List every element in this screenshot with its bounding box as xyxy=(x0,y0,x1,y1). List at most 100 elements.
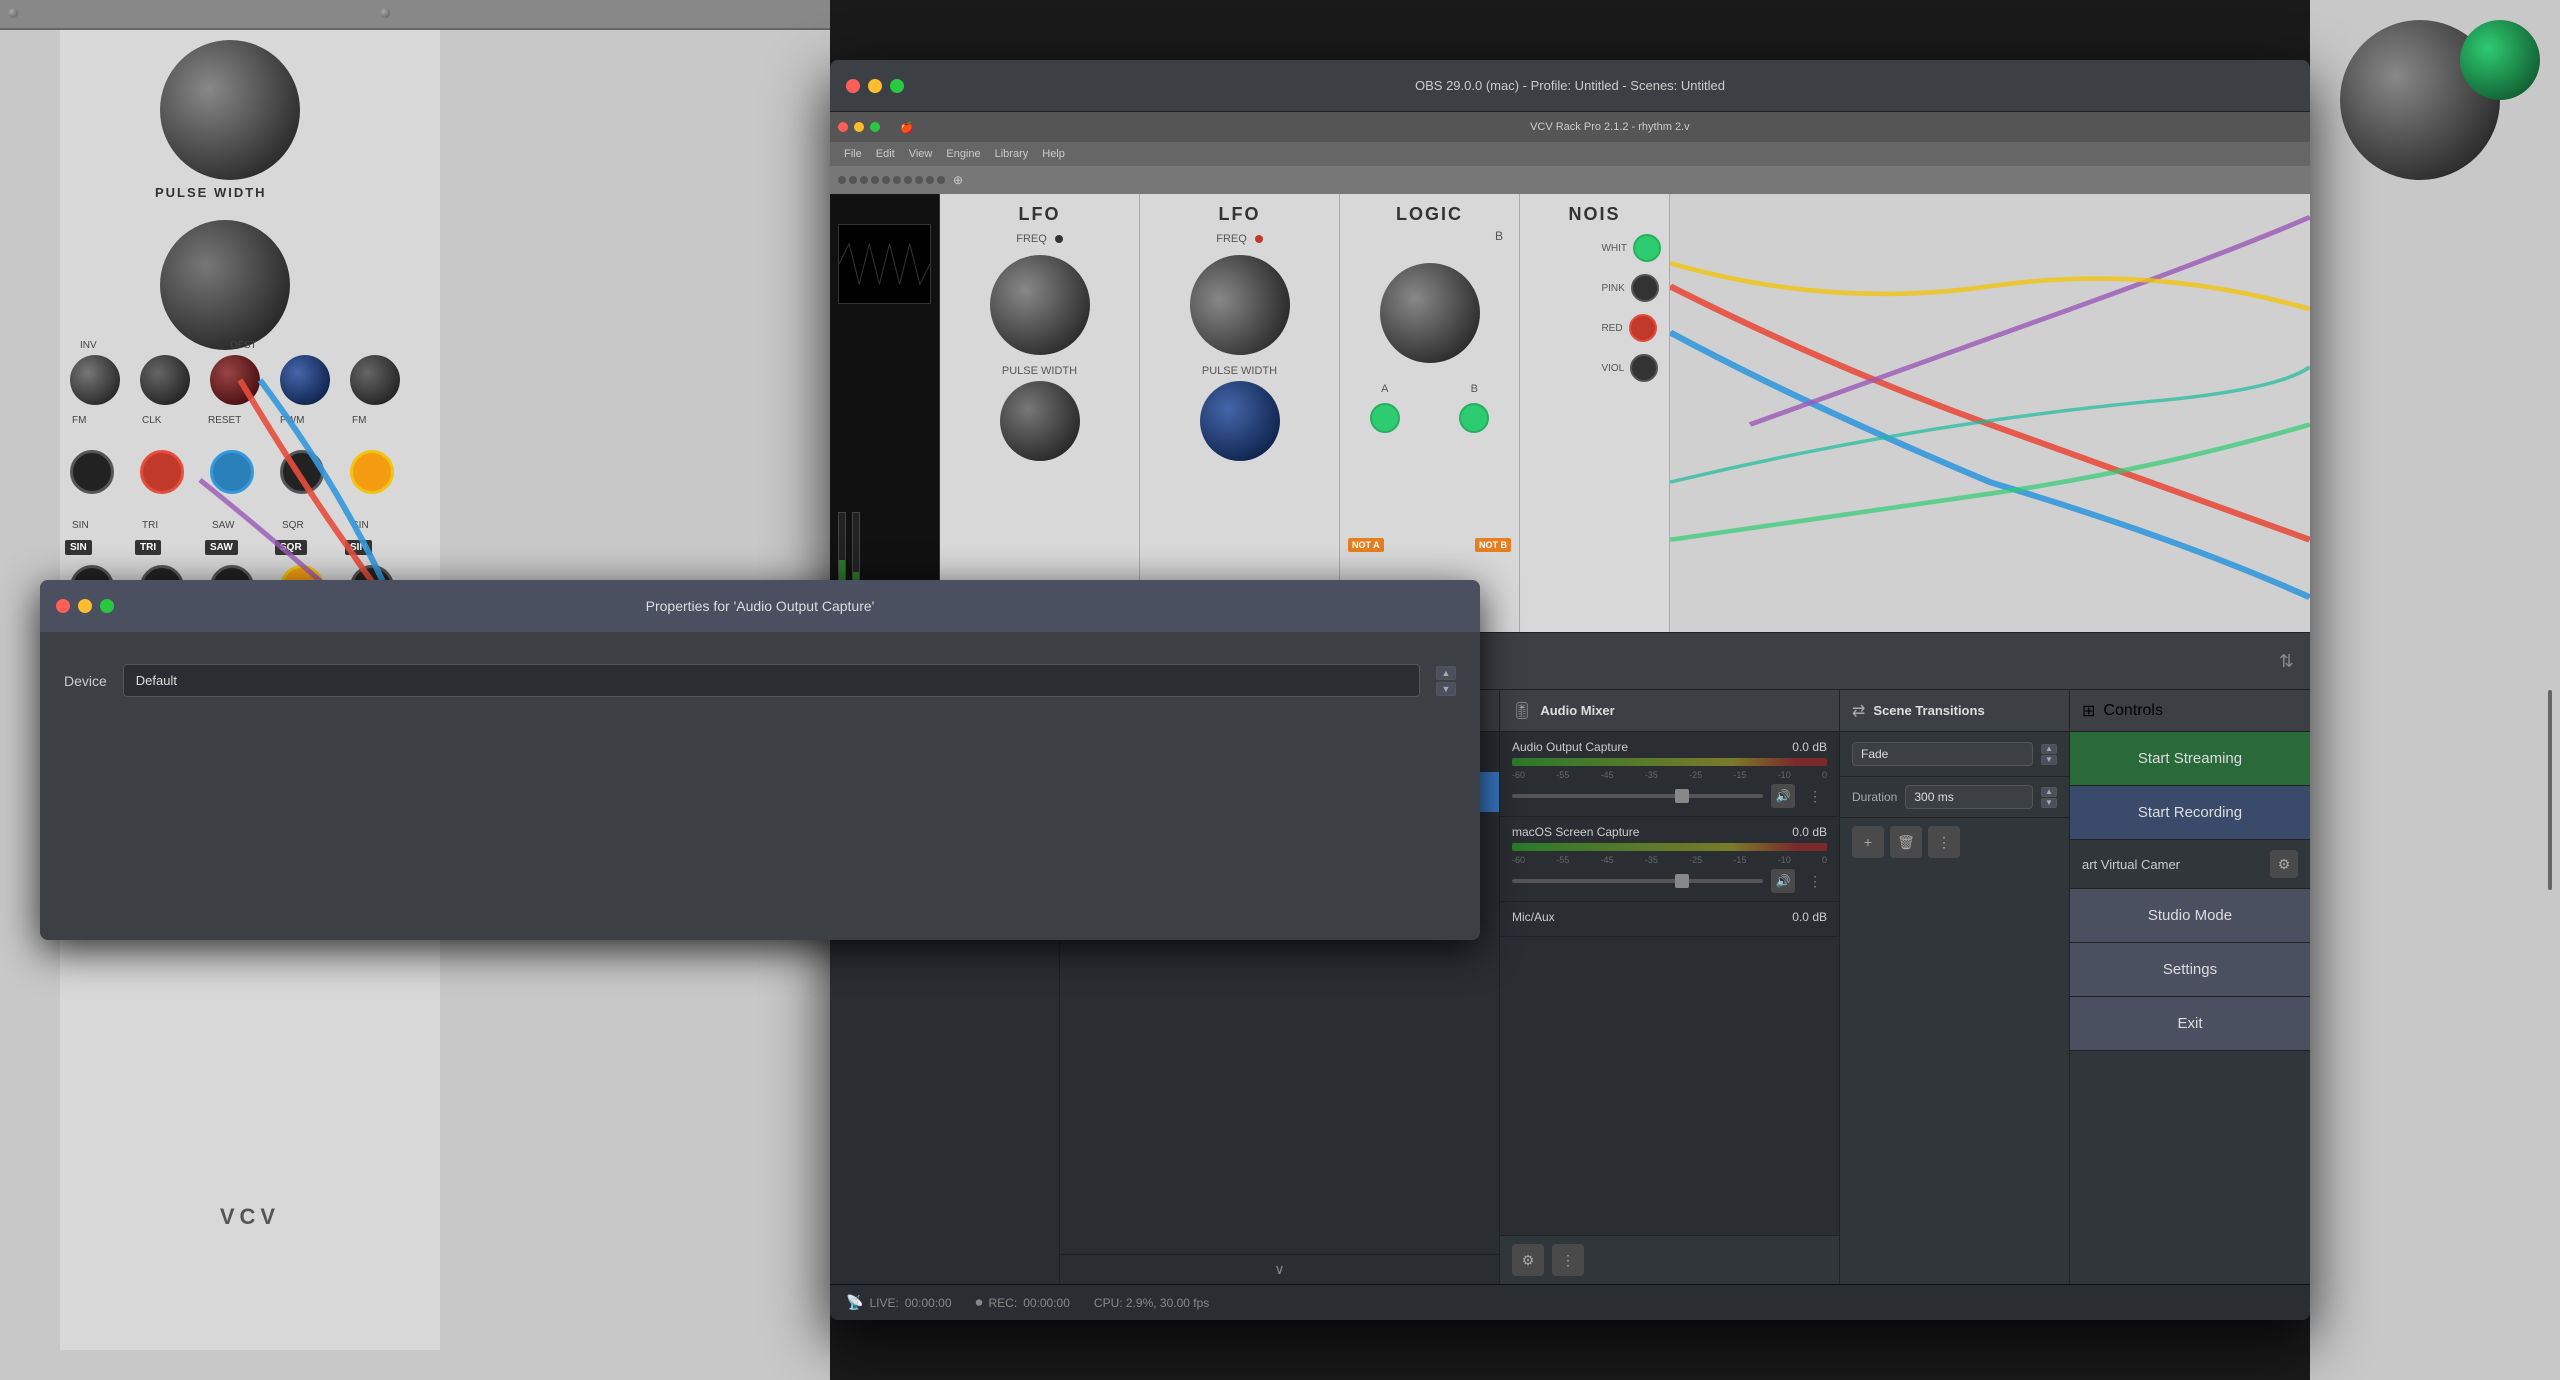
channel1-more-btn[interactable]: ⋮ xyxy=(1803,784,1827,808)
channel2-mute-btn[interactable]: 🔊 xyxy=(1771,869,1795,893)
saw-label: SAW xyxy=(212,520,234,531)
channel2-fader-thumb[interactable] xyxy=(1675,874,1689,888)
live-label: LIVE: xyxy=(869,1296,898,1310)
channel1-fader-row: 🔊 ⋮ xyxy=(1512,784,1827,808)
clk-port xyxy=(140,450,184,494)
toolbar-dot xyxy=(871,176,879,184)
lfo2-freq-knob[interactable] xyxy=(1171,237,1308,374)
start-streaming-button[interactable]: Start Streaming xyxy=(2070,732,2310,786)
audio-mixer-panel: 🎚 Audio Mixer Audio Output Capture 0.0 d… xyxy=(1500,690,1840,1284)
logic-ports xyxy=(1340,403,1519,433)
logic-b2-label: B xyxy=(1471,383,1478,395)
toolbar-dot xyxy=(849,176,857,184)
lfo1-pw-knob[interactable] xyxy=(1000,381,1080,461)
fm2-port xyxy=(350,450,394,494)
vcv-inner-titlebar: 🍎 VCV Rack Pro 2.1.2 - rhythm 2.v xyxy=(830,112,2310,142)
main-knob-1[interactable] xyxy=(160,40,300,180)
vcv-toolbar: ⊕ xyxy=(830,166,2310,194)
obs-title: OBS 29.0.0 (mac) - Profile: Untitled - S… xyxy=(1415,78,1725,93)
maximize-button[interactable] xyxy=(890,79,904,93)
logic-port-b xyxy=(1459,403,1489,433)
audio-panel-title: Audio Mixer xyxy=(1540,703,1614,718)
dialog-close-button[interactable] xyxy=(56,599,70,613)
dialog-spin-up[interactable]: ▲ xyxy=(1436,666,1456,680)
channel2-more-btn[interactable]: ⋮ xyxy=(1803,869,1827,893)
transition-options-btn[interactable]: ⋮ xyxy=(1928,826,1960,858)
rec-time: 00:00:00 xyxy=(1023,1296,1070,1310)
lfo1-freq-knob[interactable] xyxy=(990,255,1090,355)
menu-library[interactable]: Library xyxy=(989,146,1035,162)
menu-engine[interactable]: Engine xyxy=(940,146,986,162)
logic-knob[interactable] xyxy=(1380,263,1480,363)
audio-settings-btn[interactable]: ⚙ xyxy=(1512,1244,1544,1276)
white-label: WHIT xyxy=(1601,243,1627,254)
pwm-label: PWM xyxy=(280,415,304,426)
pwm-port xyxy=(280,450,324,494)
properties-collapse-btn[interactable]: ⇅ xyxy=(2279,651,2294,672)
toolbar-dot xyxy=(926,176,934,184)
dialog-device-label: Device xyxy=(64,673,107,689)
duration-value: 300 ms xyxy=(1905,785,2033,809)
start-recording-button[interactable]: Start Recording xyxy=(2070,786,2310,840)
studio-mode-label: Studio Mode xyxy=(2148,907,2232,924)
inv-label: INV xyxy=(80,340,97,351)
dialog-device-value: Default xyxy=(136,673,177,688)
studio-mode-button[interactable]: Studio Mode xyxy=(2070,889,2310,943)
dialog-minimize-button[interactable] xyxy=(78,599,92,613)
noise-module: NOIS WHIT PINK RED xyxy=(1520,194,1670,632)
clk-knob[interactable] xyxy=(140,355,190,405)
vcv-maximize[interactable] xyxy=(870,122,880,132)
vcv-close[interactable] xyxy=(838,122,848,132)
transition-action-buttons: + 🗑 ⋮ xyxy=(1840,818,2069,866)
transition-type-select[interactable]: Fade xyxy=(1852,742,2033,766)
minimize-button[interactable] xyxy=(868,79,882,93)
white-port xyxy=(1633,234,1661,262)
sources-expand-btn[interactable]: ∨ xyxy=(1060,1254,1499,1284)
duration-up-btn[interactable]: ▲ xyxy=(2041,787,2057,797)
toolbar-dot xyxy=(915,176,923,184)
clk-label: CLK xyxy=(142,415,161,426)
settings-button[interactable]: Settings xyxy=(2070,943,2310,997)
pink-row: PINK xyxy=(1601,274,1661,302)
vcv-minimize[interactable] xyxy=(854,122,864,132)
exit-button[interactable]: Exit xyxy=(2070,997,2310,1051)
channel2-fader[interactable] xyxy=(1512,879,1763,883)
red-port xyxy=(1629,314,1657,342)
dialog-spin-down[interactable]: ▼ xyxy=(1436,682,1456,696)
controls-header: ⊞ Controls xyxy=(2070,690,2310,732)
remove-transition-btn[interactable]: 🗑 xyxy=(1890,826,1922,858)
fm2-knob[interactable] xyxy=(350,355,400,405)
audio-panel-icon: 🎚 xyxy=(1512,701,1532,721)
controls-title: Controls xyxy=(2103,702,2163,720)
add-module-btn[interactable]: ⊕ xyxy=(953,173,963,187)
menu-view[interactable]: View xyxy=(903,146,939,162)
close-button[interactable] xyxy=(846,79,860,93)
dialog-maximize-button[interactable] xyxy=(100,599,114,613)
controls-icon: ⊞ xyxy=(2082,701,2095,721)
transition-up-btn[interactable]: ▲ xyxy=(2041,744,2057,754)
rec-status: ⏺ REC: 00:00:00 xyxy=(976,1294,1070,1311)
channel1-fader[interactable] xyxy=(1512,794,1763,798)
noise-outputs: WHIT PINK RED VIOL xyxy=(1601,234,1661,382)
audio-more-options-btn[interactable]: ⋮ xyxy=(1552,1244,1584,1276)
pwm-knob[interactable] xyxy=(280,355,330,405)
menu-edit[interactable]: Edit xyxy=(870,146,901,162)
channel1-header: Audio Output Capture 0.0 dB xyxy=(1512,740,1827,754)
toolbar-dot xyxy=(904,176,912,184)
ofst-knob[interactable] xyxy=(210,355,260,405)
menu-help[interactable]: Help xyxy=(1036,146,1071,162)
duration-down-btn[interactable]: ▼ xyxy=(2041,798,2057,808)
virtual-cam-settings-btn[interactable]: ⚙ xyxy=(2270,850,2298,878)
transition-down-btn[interactable]: ▼ xyxy=(2041,755,2057,765)
main-knob-2[interactable] xyxy=(160,220,290,350)
lfo2-pw-knob[interactable] xyxy=(1200,381,1280,461)
add-transition-btn[interactable]: + xyxy=(1852,826,1884,858)
vcv-right-panel xyxy=(2310,0,2560,1380)
dialog-device-select[interactable]: Default xyxy=(123,664,1420,697)
channel1-fader-thumb[interactable] xyxy=(1675,789,1689,803)
right-knob-green[interactable] xyxy=(2460,20,2540,100)
channel3-name: Mic/Aux xyxy=(1512,910,1555,924)
channel1-mute-btn[interactable]: 🔊 xyxy=(1771,784,1795,808)
inv-knob[interactable] xyxy=(70,355,120,405)
menu-file[interactable]: File xyxy=(838,146,868,162)
